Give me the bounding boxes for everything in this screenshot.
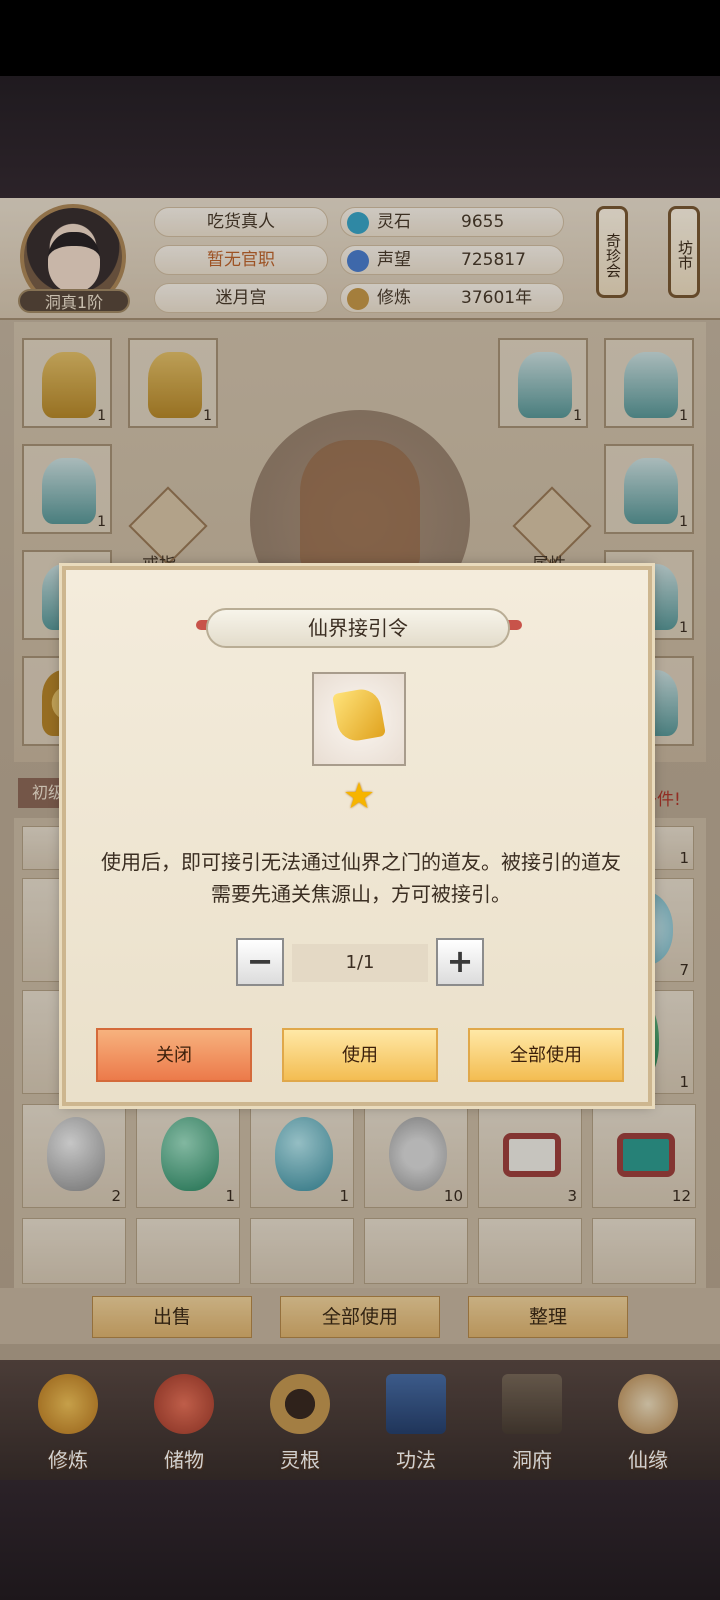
increase-quantity-button[interactable]: + (436, 938, 484, 986)
dialog-title: 仙界接引令 (308, 616, 408, 640)
status-bar (0, 0, 720, 76)
star-icon: ★ (342, 776, 376, 817)
item-description: 使用后，即可接引无法通过仙界之门的道友。被接引的道友需要先通关焦源山，方可被接引… (101, 850, 621, 906)
top-backdrop (0, 76, 720, 200)
bottom-backdrop (0, 1480, 720, 1600)
decrease-quantity-button[interactable]: − (236, 938, 284, 986)
use-all-dialog-button[interactable]: 全部使用 (468, 1028, 624, 1082)
use-button[interactable]: 使用 (282, 1028, 438, 1082)
close-button[interactable]: 关闭 (96, 1028, 252, 1082)
quantity-field[interactable]: 1/1 (292, 944, 428, 982)
